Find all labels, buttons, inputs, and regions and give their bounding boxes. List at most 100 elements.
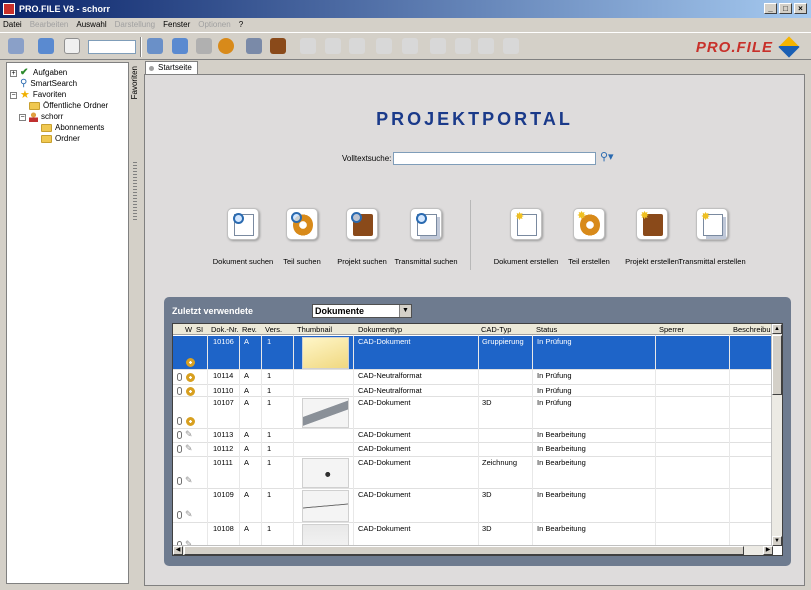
search-options-button[interactable]: ⚲▾ (600, 150, 622, 166)
recent-documents-table: W SI Dok.-Nr. Rev. Vers. Thumbnail Dokum… (172, 323, 783, 556)
table-row[interactable]: 10107 A 1 CAD-Dokument 3D In Prüfung (173, 397, 773, 429)
table-row[interactable]: 10114 A 1 CAD-Neutralformat In Prüfung (173, 370, 773, 385)
menu-auswahl[interactable]: Auswahl (76, 18, 106, 32)
wrench-icon: ✎ (185, 443, 193, 453)
toolbar-quick-input[interactable] (88, 40, 136, 54)
col-status[interactable]: Status (536, 325, 557, 334)
workflow-icon[interactable] (503, 38, 519, 54)
col-beschreibung[interactable]: Beschreibu (733, 325, 771, 334)
status-cell: In Bearbeitung (537, 524, 586, 533)
action-divider (470, 200, 471, 270)
horizontal-scrollbar[interactable]: ◀ ▶ (173, 545, 773, 555)
scroll-down-icon[interactable]: ▼ (772, 536, 782, 546)
table-row[interactable]: 10110 A 1 CAD-Neutralformat In Prüfung (173, 385, 773, 397)
document-copy-icon[interactable] (349, 38, 365, 54)
menu-optionen[interactable]: Optionen (198, 18, 230, 32)
attachment-icon (177, 387, 182, 395)
project-icon[interactable] (270, 38, 286, 54)
version-cell: 1 (267, 490, 272, 499)
toolbar-separator (140, 37, 142, 57)
project-search-icon[interactable] (246, 38, 262, 54)
thumbnail-image (302, 458, 349, 488)
maximize-button[interactable]: □ (779, 3, 792, 14)
favorites-side-tab[interactable]: Favoriten (129, 62, 141, 584)
document-type-cell: CAD-Dokument (358, 490, 411, 499)
menu-datei[interactable]: Datei (3, 18, 22, 32)
close-button[interactable]: × (794, 3, 807, 14)
table-row[interactable]: ✎ 10112 A 1 CAD-Dokument In Bearbeitung (173, 443, 773, 457)
table-row[interactable]: ✎ 10113 A 1 CAD-Dokument In Bearbeitung (173, 429, 773, 443)
version-cell: 1 (267, 524, 272, 533)
chevron-down-icon[interactable]: ▼ (399, 305, 411, 317)
col-si[interactable]: SI (196, 325, 203, 334)
revision-cell: A (244, 444, 250, 453)
search-transmittal-button[interactable]: Transmittal suchen (386, 208, 466, 266)
attachment-icon (177, 477, 182, 485)
col-rev[interactable]: Rev. (242, 325, 257, 334)
menu-darstellung[interactable]: Darstellung (115, 18, 155, 32)
search-user-icon[interactable] (8, 38, 24, 54)
cad-gear-icon (186, 358, 195, 367)
version-cell: 1 (267, 430, 272, 439)
attachment-icon (177, 511, 182, 519)
recent-filter-select[interactable]: Dokumente ▼ (312, 304, 412, 318)
collapse-icon[interactable]: − (10, 91, 17, 99)
col-dokumenttyp[interactable]: Dokumenttyp (358, 325, 402, 334)
tree-item-ordner[interactable]: Ordner (41, 133, 80, 145)
collapse-icon[interactable]: − (19, 113, 26, 121)
table-row[interactable]: 10106 A 1 CAD-Dokument Gruppierung In Prüfung (173, 336, 773, 370)
table-row[interactable]: ✎ 10109 A 1 CAD-Dokument 3D In Bearbeitung (173, 489, 773, 523)
doc-number-cell: 10109 (213, 490, 234, 499)
expand-icon[interactable]: + (10, 69, 17, 77)
cad-type-cell: 3D (482, 490, 492, 499)
action-label: Transmittal erstellen (678, 257, 746, 266)
doc-number-cell: 10113 (213, 430, 234, 439)
status-cell: In Bearbeitung (537, 490, 586, 499)
copy-icon[interactable] (325, 38, 341, 54)
search-icon[interactable] (38, 38, 54, 54)
col-doknr[interactable]: Dok.-Nr. (211, 325, 239, 334)
document-export-icon[interactable] (430, 38, 446, 54)
tab-startseite[interactable]: Startseite (145, 61, 198, 74)
menu-fenster[interactable]: Fenster (163, 18, 190, 32)
col-thumbnail[interactable]: Thumbnail (297, 325, 332, 334)
scroll-thumb[interactable] (772, 335, 782, 395)
document-import-icon[interactable] (455, 38, 471, 54)
scroll-thumb[interactable] (184, 546, 744, 555)
scroll-right-icon[interactable]: ▶ (763, 546, 773, 555)
tools-icon[interactable] (196, 38, 212, 54)
search-icon[interactable] (172, 38, 188, 54)
col-w[interactable]: W (185, 325, 192, 334)
document-icon[interactable] (376, 38, 392, 54)
project-search-icon (351, 212, 373, 236)
col-vers[interactable]: Vers. (265, 325, 282, 334)
status-cell: In Prüfung (537, 337, 572, 346)
scroll-up-icon[interactable]: ▲ (772, 324, 782, 334)
col-cadtyp[interactable]: CAD-Typ (481, 325, 511, 334)
scroll-left-icon[interactable]: ◀ (173, 546, 183, 555)
link-icon[interactable] (300, 38, 316, 54)
col-sperrer[interactable]: Sperrer (659, 325, 684, 334)
vertical-scrollbar[interactable]: ▲ ▼ (771, 324, 782, 546)
minimize-button[interactable]: _ (764, 3, 777, 14)
document-stack-icon[interactable] (478, 38, 494, 54)
revision-cell: A (244, 490, 250, 499)
revision-cell: A (244, 524, 250, 533)
col-divider (353, 335, 354, 545)
fulltext-search-input[interactable] (393, 152, 596, 165)
col-divider (729, 335, 730, 545)
create-transmittal-button[interactable]: ✸ Transmittal erstellen (672, 208, 752, 266)
new-document-icon[interactable] (64, 38, 80, 54)
wrench-icon: ✎ (185, 475, 193, 485)
part-gear-icon[interactable] (218, 38, 234, 54)
table-row[interactable]: ✎ 10111 A 1 CAD-Dokument Zeichnung In Bearbeit… (173, 457, 773, 489)
document-lock-icon[interactable] (402, 38, 418, 54)
menu-bearbeiten[interactable]: Bearbeiten (30, 18, 69, 32)
favorites-tree: + ✔ Aufgaben ⚲ SmartSearch − ★ Favoriten… (6, 62, 129, 584)
folder-icon (41, 135, 52, 143)
menu-help[interactable]: ? (239, 18, 243, 32)
search-user-icon[interactable] (147, 38, 163, 54)
splitter-grip[interactable] (133, 162, 137, 222)
col-divider (532, 335, 533, 545)
revision-cell: A (244, 398, 250, 407)
